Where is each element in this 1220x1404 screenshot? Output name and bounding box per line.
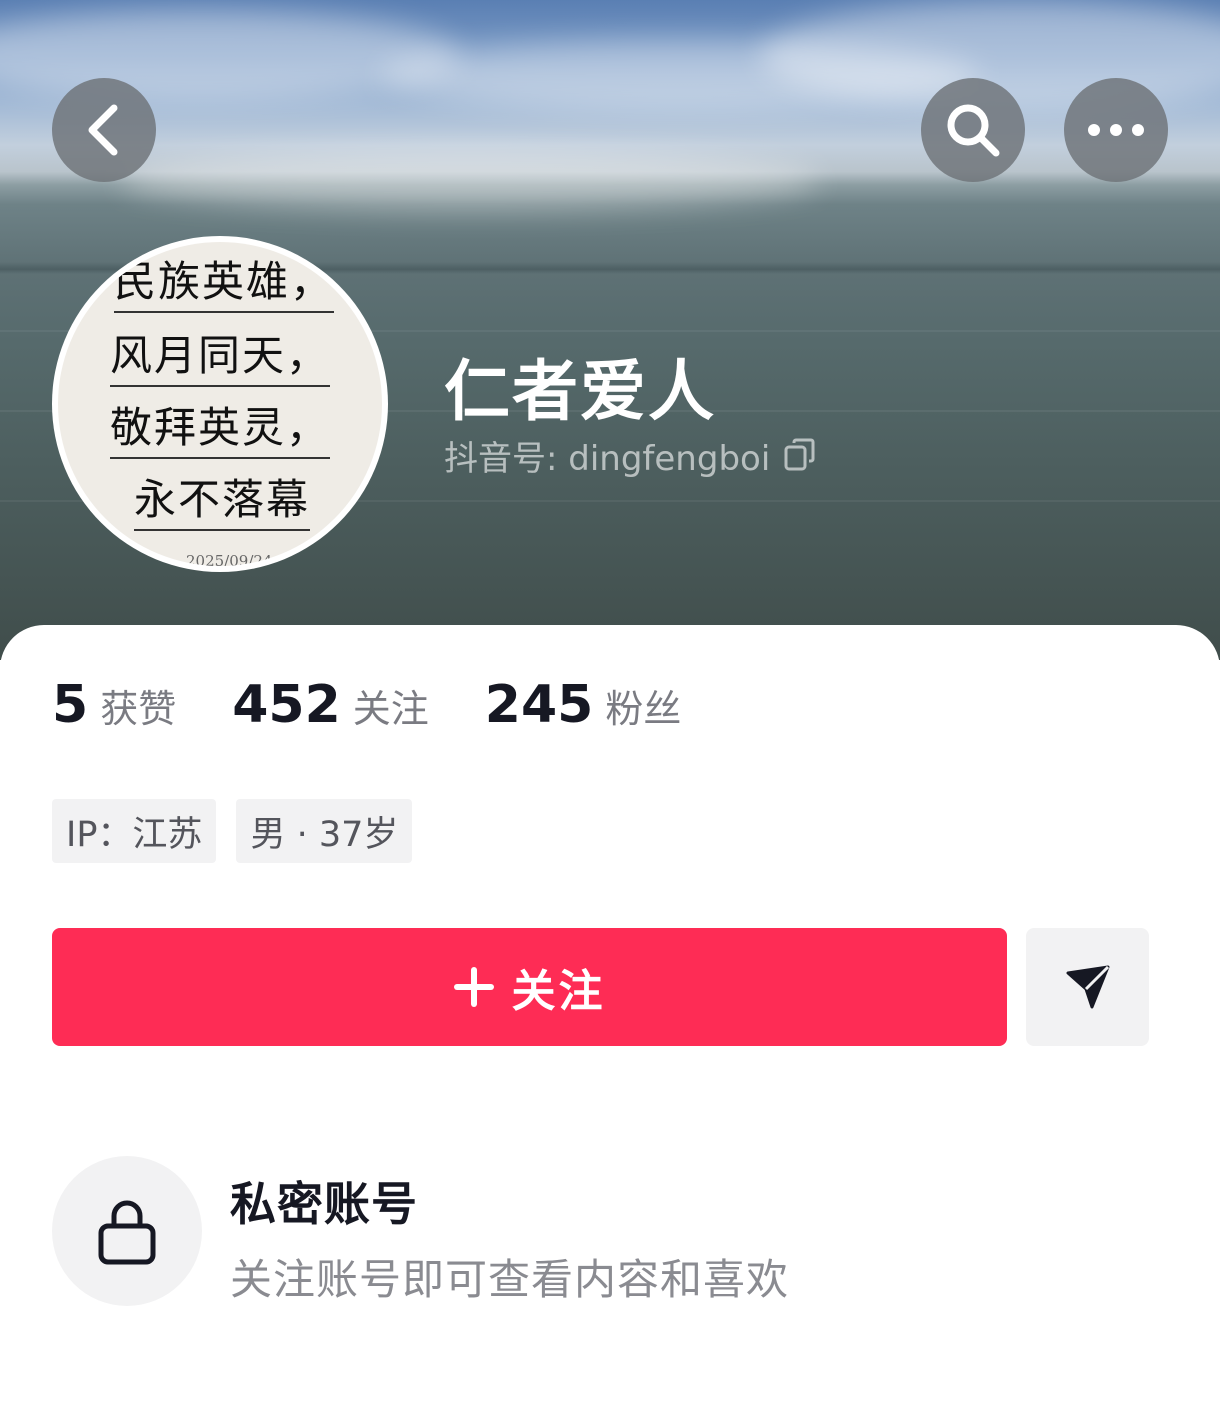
stat-followers-value: 245 (484, 675, 594, 735)
chevron-left-icon (88, 104, 118, 156)
stat-followers[interactable]: 245 粉丝 (485, 675, 682, 735)
more-button[interactable] (1064, 78, 1168, 182)
stat-likes-value: 5 (52, 675, 89, 735)
stat-likes[interactable]: 5 获赞 (52, 675, 176, 735)
stat-followers-label: 粉丝 (605, 687, 682, 731)
account-id: 抖音号: dingfengboi (444, 432, 816, 479)
stat-following-value: 452 (232, 675, 341, 735)
stat-following-label: 关注 (352, 687, 429, 731)
avatar-poem-line: 风月同天， (110, 322, 331, 387)
profile-stats: 5 获赞 452 关注 245 粉丝 (52, 675, 737, 745)
follow-button[interactable]: 关注 (52, 928, 1007, 1046)
cover-cloud (120, 150, 820, 210)
avatar[interactable]: 民族英雄， 风月同天， 敬拜英灵， 永不落幕 2025/09/24 (52, 236, 388, 572)
avatar-poem-line: 敬拜英灵， (110, 394, 331, 459)
lock-icon (98, 1200, 156, 1265)
plus-icon (453, 967, 494, 1007)
cover-cloud (0, 10, 460, 100)
lock-icon-container (52, 1156, 202, 1306)
avatar-poem-line: 民族英雄， (114, 248, 335, 313)
send-icon (1066, 965, 1109, 1009)
private-account-title: 私密账号 (230, 1177, 418, 1231)
gender-age-tag: 男 · 37岁 (236, 799, 413, 863)
back-button[interactable] (52, 78, 156, 182)
profile-tags: IP：江苏 男 · 37岁 (52, 799, 432, 863)
follow-button-label: 关注 (511, 966, 606, 1017)
search-icon (947, 104, 1000, 157)
avatar-poem-line: 永不落幕 (134, 466, 311, 531)
message-button[interactable] (1026, 928, 1149, 1046)
copy-icon[interactable] (784, 438, 816, 472)
stat-likes-label: 获赞 (100, 687, 177, 731)
profile-card: 5 获赞 452 关注 245 粉丝 IP：江苏 男 · 37岁 关注 私密账号… (0, 625, 1220, 1404)
avatar-date: 2025/09/24 (186, 552, 273, 566)
avatar-image: 民族英雄， 风月同天， 敬拜英灵， 永不落幕 2025/09/24 (58, 242, 382, 566)
ip-location-tag: IP：江苏 (52, 799, 217, 863)
stat-following[interactable]: 452 关注 (232, 675, 429, 735)
private-account-description: 关注账号即可查看内容和喜欢 (230, 1255, 790, 1304)
more-horizontal-icon (1088, 124, 1144, 136)
account-id-text: 抖音号: dingfengboi (444, 438, 771, 479)
profile-nickname: 仁者爱人 (444, 353, 716, 430)
search-button[interactable] (921, 78, 1025, 182)
